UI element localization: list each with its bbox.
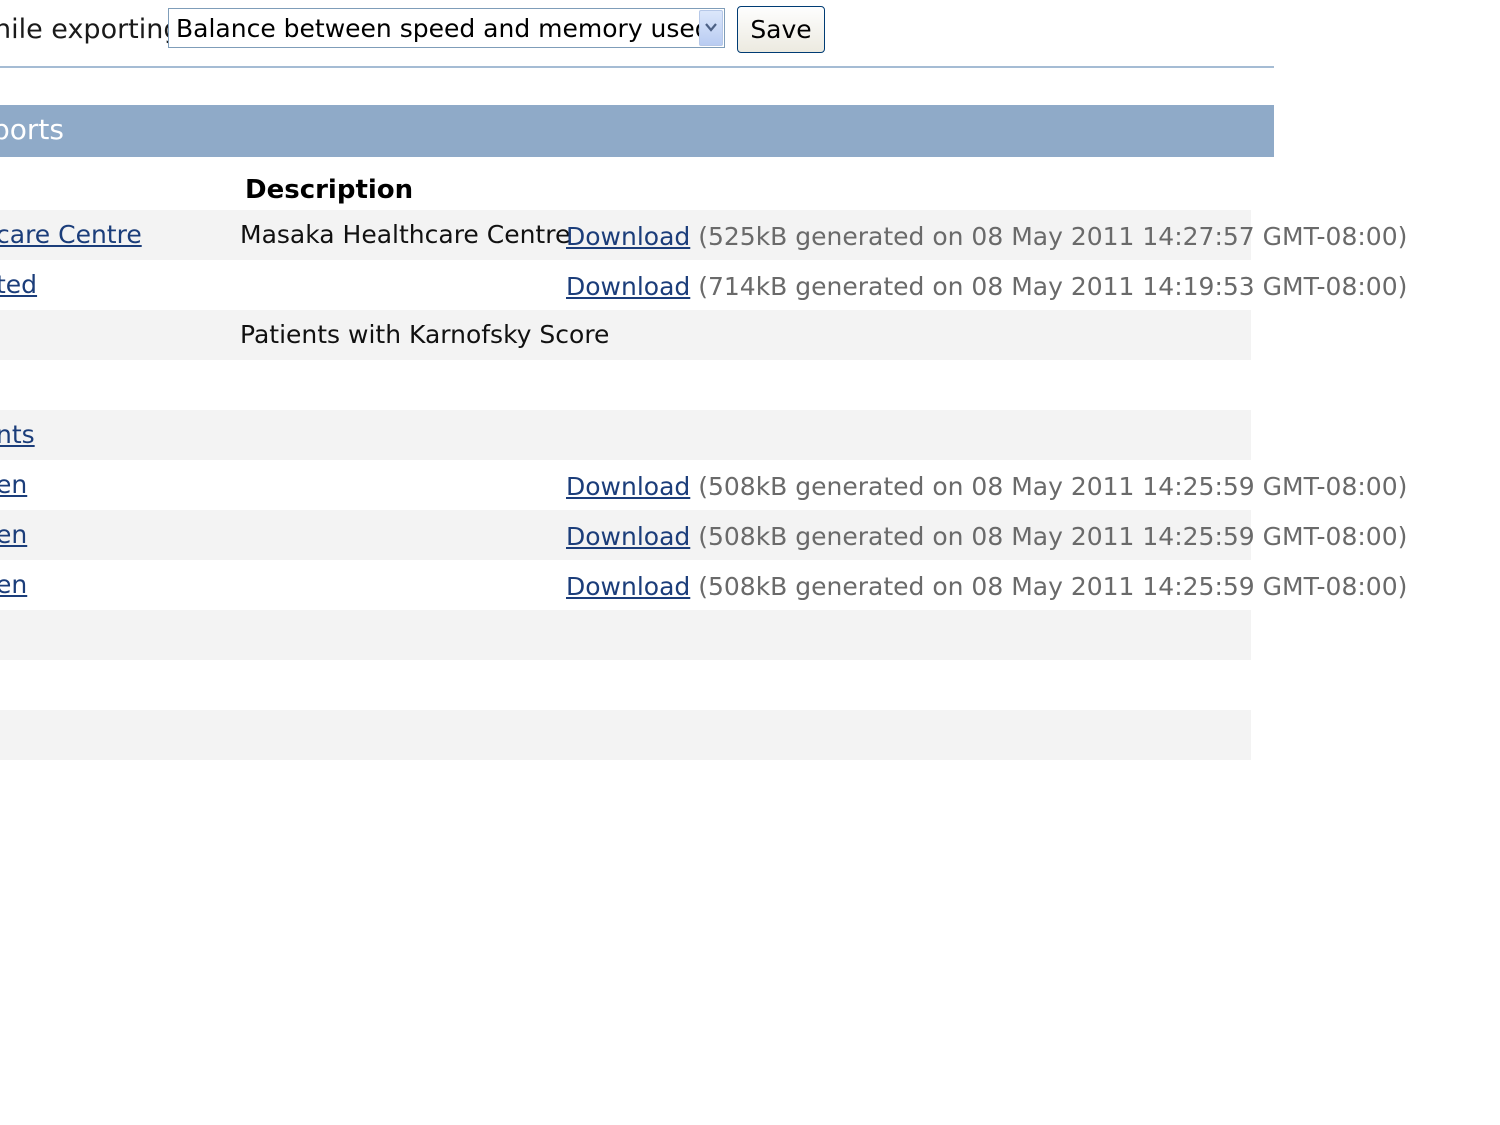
download-link[interactable]: Download (566, 572, 690, 601)
table-row: Patients with Karnofsky Score (0, 310, 1251, 360)
section-title: ports (0, 113, 64, 146)
table-row: en Download (508kB generated on 08 May 20… (0, 560, 1407, 610)
report-name-link[interactable]: ted (0, 268, 37, 302)
download-info: (525kB generated on 08 May 2011 14:27:57… (690, 222, 1408, 251)
report-description: Patients with Karnofsky Score (240, 320, 610, 349)
download-info: (714kB generated on 08 May 2011 14:19:53… (690, 272, 1408, 301)
column-header-description: Description (245, 175, 414, 205)
section-header: ports (0, 105, 1274, 157)
table-row: nts (0, 410, 1251, 460)
download-link[interactable]: Download (566, 522, 690, 551)
download-info: (508kB generated on 08 May 2011 14:25:59… (690, 572, 1408, 601)
report-description: Masaka Healthcare Centre (240, 220, 571, 249)
download-cell: Download (508kB generated on 08 May 2011… (566, 470, 1407, 504)
download-link[interactable]: Download (566, 272, 690, 301)
reports-table: care Centre Masaka Healthcare Centre Downl… (0, 210, 1407, 760)
chevron-down-icon[interactable] (699, 10, 723, 46)
report-name-link[interactable]: en (0, 518, 27, 552)
download-cell: Download (714kB generated on 08 May 2011… (566, 270, 1407, 304)
report-name-link[interactable]: en (0, 568, 27, 602)
save-button[interactable]: Save (737, 6, 825, 53)
table-row (0, 660, 1251, 710)
table-row: en Download (508kB generated on 08 May 20… (0, 460, 1407, 510)
table-row (0, 710, 1251, 760)
download-link[interactable]: Download (566, 222, 690, 251)
table-row (0, 360, 1251, 410)
export-mode-select-value: Balance between speed and memory used (176, 14, 711, 43)
export-mode-select[interactable]: Balance between speed and memory used (168, 8, 725, 48)
download-cell: Download (508kB generated on 08 May 2011… (566, 570, 1407, 604)
download-info: (508kB generated on 08 May 2011 14:25:59… (690, 472, 1408, 501)
table-row: ted Download (714kB generated on 08 May 2… (0, 260, 1407, 310)
report-name-link[interactable]: nts (0, 418, 35, 452)
table-row (0, 610, 1251, 660)
toolbar-divider (0, 66, 1274, 68)
table-row: care Centre Masaka Healthcare Centre Downl… (0, 210, 1407, 260)
download-cell: Download (508kB generated on 08 May 2011… (566, 520, 1407, 554)
download-cell: Download (525kB generated on 08 May 2011… (566, 220, 1407, 254)
page: hile exporting: Balance between speed an… (0, 0, 1500, 1125)
export-mode-label: hile exporting: (0, 14, 190, 45)
download-link[interactable]: Download (566, 472, 690, 501)
download-info: (508kB generated on 08 May 2011 14:25:59… (690, 522, 1408, 551)
report-name-link[interactable]: en (0, 468, 27, 502)
table-row: en Download (508kB generated on 08 May 20… (0, 510, 1407, 560)
report-name-link[interactable]: care Centre (0, 218, 142, 252)
